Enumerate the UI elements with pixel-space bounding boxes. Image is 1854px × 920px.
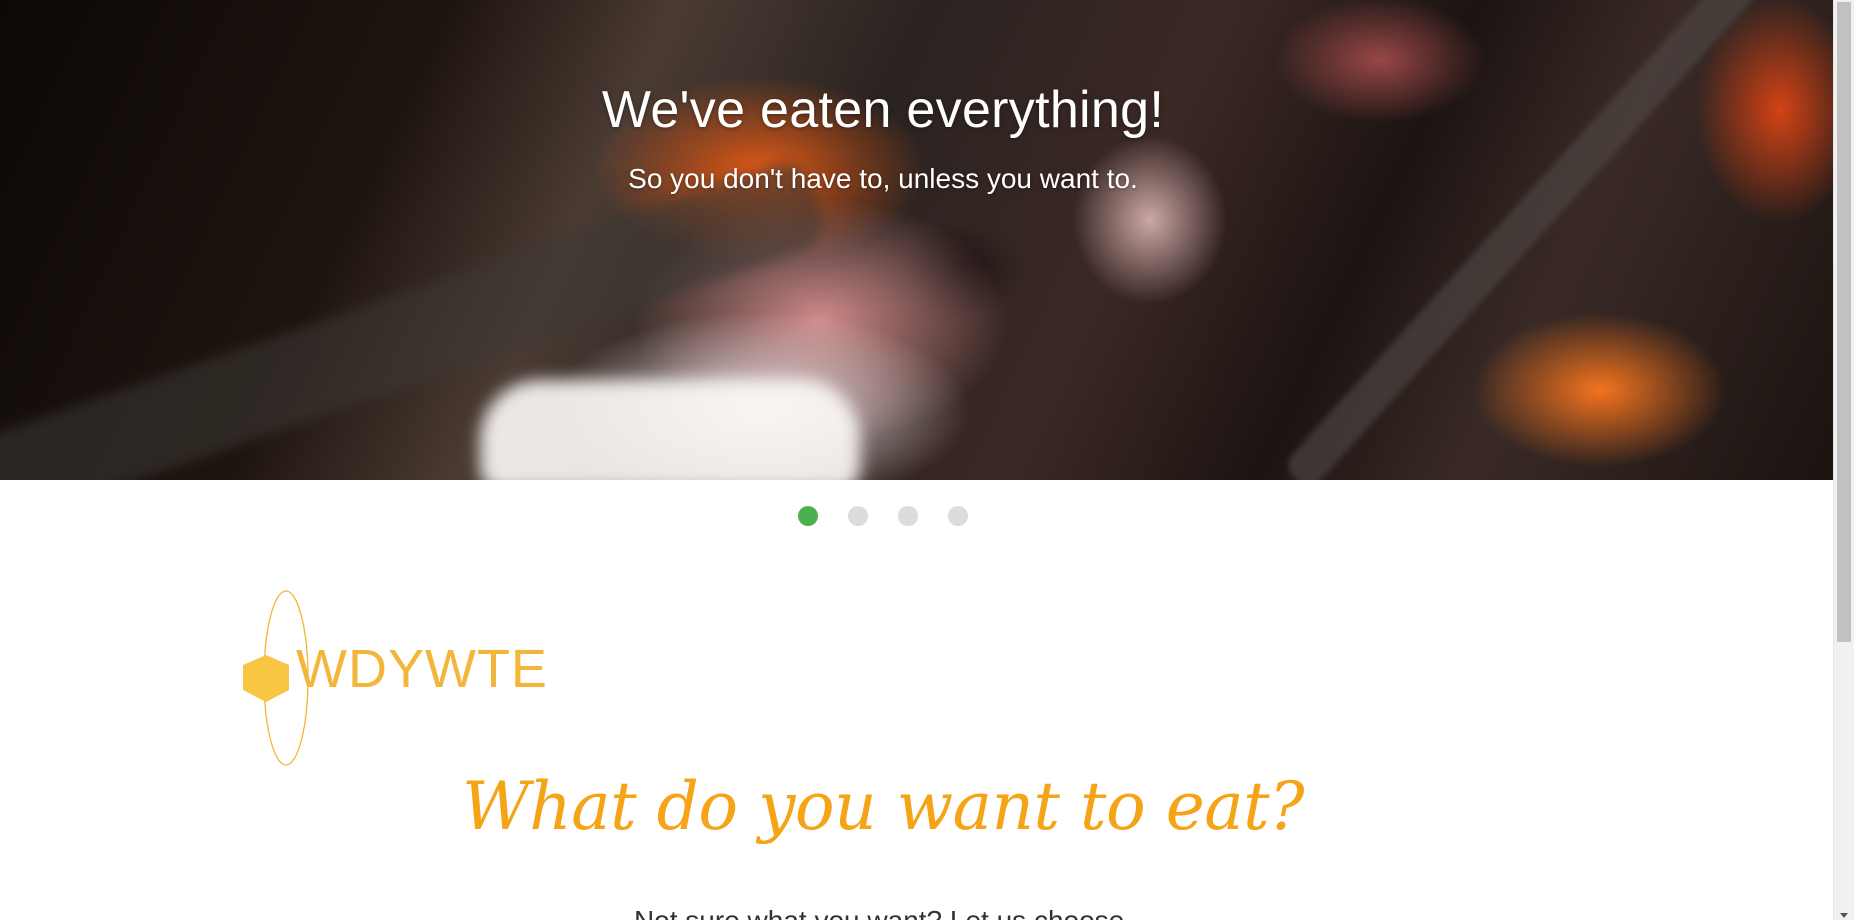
- scrollbar-thumb[interactable]: [1837, 2, 1851, 642]
- hero-photo-plate-edge: [1281, 0, 1779, 480]
- hero-carousel: We've eaten everything! So you don't hav…: [0, 0, 1833, 480]
- logo-text: WDYWTE: [296, 639, 548, 699]
- page: We've eaten everything! So you don't hav…: [0, 0, 1854, 920]
- vertical-scrollbar[interactable]: [1833, 0, 1854, 920]
- site-logo[interactable]: WDYWTE: [240, 590, 560, 770]
- scroll-down-arrow-icon[interactable]: [1840, 913, 1848, 918]
- carousel-dot-3[interactable]: [898, 506, 918, 526]
- carousel-dot-1[interactable]: [798, 506, 818, 526]
- page-subline: Not sure what you want? Let us choose.: [0, 905, 1766, 920]
- hero-subtitle: So you don't have to, unless you want to…: [628, 163, 1138, 194]
- carousel-dot-4[interactable]: [948, 506, 968, 526]
- carousel-dot-2[interactable]: [848, 506, 868, 526]
- carousel-indicators: [798, 506, 968, 526]
- page-headline: What do you want to eat?: [461, 768, 1305, 845]
- hero-title: We've eaten everything!: [601, 81, 1165, 139]
- hero-photo-rice: [480, 380, 860, 480]
